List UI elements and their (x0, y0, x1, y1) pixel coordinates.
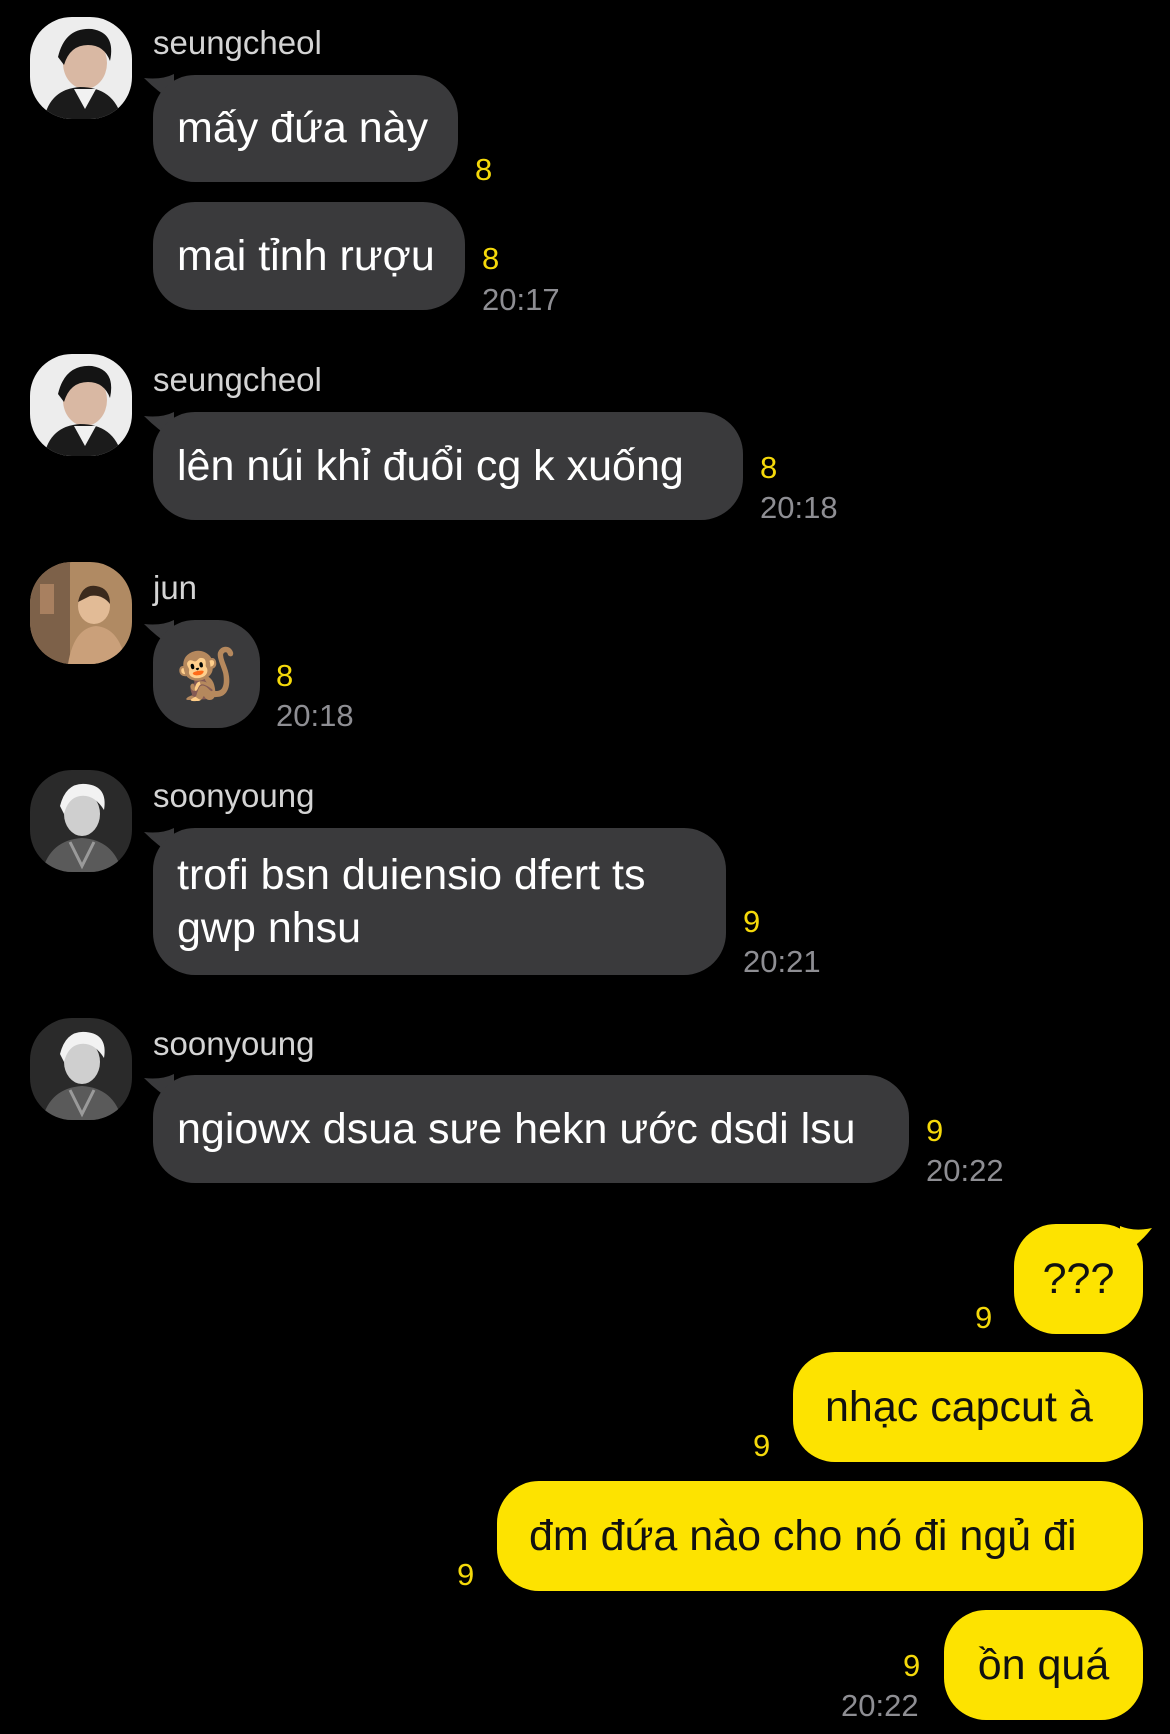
avatar-soonyoung[interactable] (30, 770, 132, 872)
unread-count: 9 (975, 1300, 993, 1335)
message-timestamp: 20:18 (276, 698, 354, 733)
sender-name: soonyoung (153, 777, 315, 814)
message-text: đm đứa nào cho nó đi ngủ đi (529, 1511, 1077, 1560)
unread-count: 8 (475, 152, 493, 187)
message-bubble[interactable]: mai tỉnh rượu (153, 202, 465, 310)
unread-count: 8 (276, 658, 294, 693)
message-bubble[interactable]: trofi bsn duiensio dfert ts gwp nhsu (153, 828, 726, 975)
monkey-icon: 🐒 (175, 645, 238, 702)
message-bubble[interactable]: ngiowx dsua sưe hekn ước dsdi lsu (153, 1075, 909, 1183)
message-text: ngiowx dsua sưe hekn ước dsdi lsu (177, 1104, 856, 1153)
sender-name: seungcheol (153, 24, 322, 61)
message-timestamp: 20:21 (743, 944, 821, 979)
message-timestamp: 20:17 (482, 282, 560, 317)
emoji-bubble[interactable]: 🐒 (153, 620, 260, 728)
message-timestamp: 20:22 (926, 1153, 1004, 1188)
avatar-seungcheol[interactable] (30, 354, 132, 456)
unread-count: 9 (903, 1648, 921, 1683)
message-text: ồn quá (977, 1640, 1110, 1689)
outgoing-bubble[interactable]: ??? (1014, 1224, 1143, 1334)
unread-count: 9 (753, 1428, 771, 1463)
avatar-seungcheol[interactable] (30, 17, 132, 119)
outgoing-bubble[interactable]: ồn quá (944, 1610, 1143, 1720)
message-timestamp: 20:22 (841, 1688, 919, 1723)
outgoing-bubble[interactable]: nhạc capcut à (793, 1352, 1143, 1462)
message-text: lên núi khỉ đuổi cg k xuống (177, 441, 684, 490)
sender-name: seungcheol (153, 361, 322, 398)
message-timestamp: 20:18 (760, 490, 838, 525)
unread-count: 8 (482, 241, 500, 276)
message-bubble[interactable]: lên núi khỉ đuổi cg k xuống (153, 412, 743, 520)
unread-count: 9 (457, 1557, 475, 1592)
outgoing-bubble[interactable]: đm đứa nào cho nó đi ngủ đi (497, 1481, 1143, 1591)
unread-count: 9 (926, 1113, 944, 1148)
message-text: mấy đứa này (177, 104, 429, 152)
message-text: mai tỉnh rượu (177, 231, 435, 280)
unread-count: 8 (760, 450, 778, 485)
unread-count: 9 (743, 904, 761, 939)
message-bubble[interactable]: mấy đứa này (153, 75, 458, 182)
avatar-jun[interactable] (30, 562, 132, 664)
message-text: nhạc capcut à (825, 1382, 1093, 1431)
sender-name: jun (153, 569, 198, 606)
sender-name: soonyoung (153, 1025, 315, 1062)
message-text: ??? (1042, 1254, 1115, 1303)
message-text: trofi bsn duiensio dfert ts gwp nhsu (177, 850, 646, 952)
avatar-soonyoung[interactable] (30, 1018, 132, 1120)
